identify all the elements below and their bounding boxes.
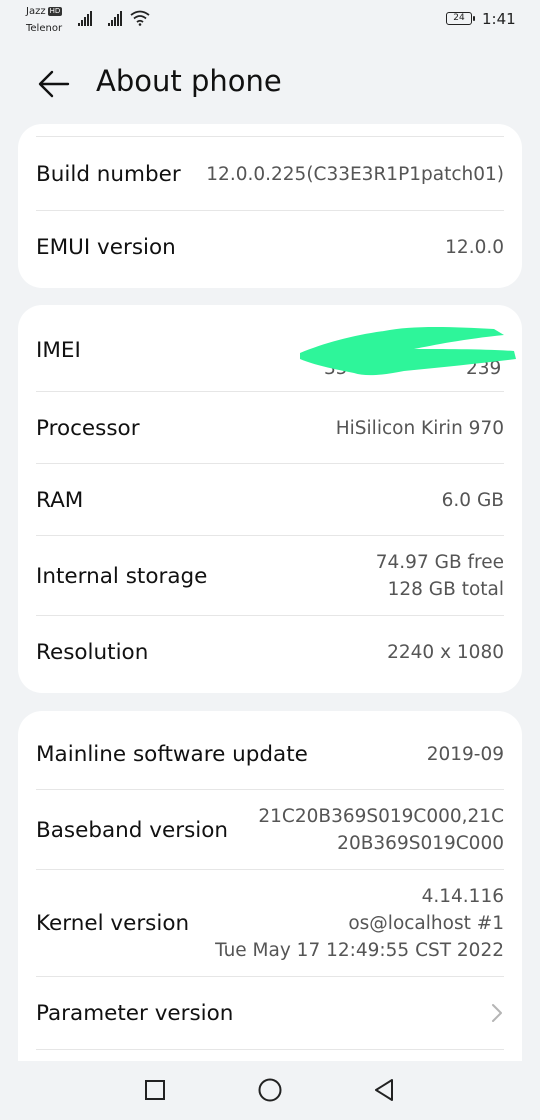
row-label: RAM bbox=[36, 487, 84, 513]
kernel-line-3: Tue May 17 12:49:55 CST 2022 bbox=[215, 939, 504, 961]
kernel-line-1: 4.14.116 bbox=[421, 885, 504, 907]
card-build-info: Build number 12.0.0.225(C33E3R1P1patch01… bbox=[18, 124, 522, 288]
card-hardware-info: IMEI 35 239 Processor HiSilicon Kirin 97… bbox=[18, 305, 522, 693]
status-bar: Jazz HD Telenor 24 1:41 bbox=[0, 0, 540, 44]
carrier-primary: Jazz HD bbox=[26, 6, 63, 17]
row-emui-version[interactable]: EMUI version 12.0.0 bbox=[36, 211, 504, 283]
signal-icon-2 bbox=[108, 11, 122, 26]
row-label: Parameter version bbox=[36, 1000, 234, 1026]
row-baseband-version[interactable]: Baseband version 21C20B369S019C000,21C 2… bbox=[36, 790, 504, 870]
chevron-right-icon bbox=[492, 1004, 502, 1022]
storage-total: 128 GB total bbox=[387, 579, 504, 600]
triangle-back-icon[interactable] bbox=[372, 1077, 396, 1103]
divider bbox=[36, 136, 504, 137]
row-value: 21C20B369S019C000,21C 20B369S019C000 bbox=[258, 803, 504, 857]
baseband-line-1: 21C20B369S019C000,21C bbox=[258, 806, 504, 827]
row-label: Build number bbox=[36, 161, 181, 187]
square-icon[interactable] bbox=[144, 1079, 166, 1101]
row-label: Mainline software update bbox=[36, 741, 308, 767]
circle-icon[interactable] bbox=[257, 1077, 283, 1103]
row-ram[interactable]: RAM 6.0 GB bbox=[36, 464, 504, 536]
row-build-number[interactable]: Build number 12.0.0.225(C33E3R1P1patch01… bbox=[36, 138, 504, 210]
row-value: 12.0.0.225(C33E3R1P1patch01) bbox=[206, 163, 504, 185]
wifi-icon bbox=[130, 10, 150, 26]
row-value: 74.97 GB free 128 GB total bbox=[376, 549, 504, 603]
kernel-line-2: os@localhost #1 bbox=[348, 912, 504, 934]
row-value: 6.0 GB bbox=[441, 489, 504, 511]
hd-badge: HD bbox=[47, 7, 63, 16]
row-internal-storage[interactable]: Internal storage 74.97 GB free 128 GB to… bbox=[36, 536, 504, 616]
row-value: 12.0.0 bbox=[445, 236, 504, 258]
row-parameter-version[interactable]: Parameter version bbox=[36, 977, 504, 1049]
row-value: 2240 x 1080 bbox=[387, 641, 504, 663]
navigation-bar bbox=[0, 1060, 540, 1120]
arrow-left-icon[interactable] bbox=[36, 66, 72, 102]
row-label: Kernel version bbox=[36, 910, 190, 936]
row-value: 4.14.116 os@localhost #1 Tue May 17 12:4… bbox=[215, 883, 504, 964]
row-value: 2019-09 bbox=[426, 743, 504, 765]
battery-icon: 24 bbox=[446, 12, 475, 25]
row-label: Processor bbox=[36, 415, 140, 441]
row-label: EMUI version bbox=[36, 234, 176, 260]
row-mainline-update[interactable]: Mainline software update 2019-09 bbox=[36, 715, 504, 793]
redaction-scribble bbox=[300, 327, 516, 376]
row-label: IMEI bbox=[36, 337, 81, 363]
status-time: 1:41 bbox=[482, 10, 516, 28]
signal-icon bbox=[78, 11, 92, 26]
storage-free: 74.97 GB free bbox=[375, 552, 504, 573]
baseband-line-2: 20B369S019C000 bbox=[337, 833, 504, 854]
row-kernel-version[interactable]: Kernel version 4.14.116 os@localhost #1 … bbox=[36, 870, 504, 976]
row-resolution[interactable]: Resolution 2240 x 1080 bbox=[36, 616, 504, 688]
row-processor[interactable]: Processor HiSilicon Kirin 970 bbox=[36, 392, 504, 464]
page-title: About phone bbox=[96, 64, 282, 98]
divider bbox=[36, 1049, 504, 1050]
row-label: Resolution bbox=[36, 639, 149, 665]
row-value: HiSilicon Kirin 970 bbox=[335, 417, 504, 439]
row-label: Baseband version bbox=[36, 817, 229, 843]
card-software-info: Mainline software update 2019-09 Baseban… bbox=[18, 711, 522, 1061]
carrier-secondary: Telenor bbox=[26, 23, 63, 34]
row-label: Internal storage bbox=[36, 563, 208, 589]
carrier-primary-name: Jazz bbox=[26, 6, 46, 17]
